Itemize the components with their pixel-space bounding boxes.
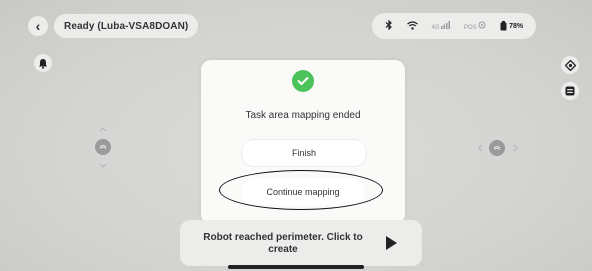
- bell-icon: [39, 58, 47, 69]
- chevron-down-icon: [99, 161, 107, 170]
- joystick-knob[interactable]: [489, 140, 505, 156]
- device-status-pill[interactable]: Ready (Luba-VSA8DOAN): [54, 14, 199, 38]
- wifi-icon: [406, 20, 418, 32]
- bluetooth-icon: [385, 19, 393, 32]
- toast-line-1: Robot reached perimeter. Click to: [203, 232, 363, 243]
- chevron-left-icon: ‹: [35, 18, 41, 34]
- cellular-signal-icon: 4G: [431, 21, 451, 31]
- battery-icon: [500, 21, 507, 31]
- locate-button[interactable]: [561, 56, 579, 74]
- finish-button-label: Finish: [291, 148, 316, 158]
- layers-icon: [565, 86, 575, 96]
- chevron-up-icon: [99, 125, 107, 134]
- toast-line-2: create: [268, 244, 298, 255]
- map-layers-button[interactable]: [561, 82, 579, 100]
- play-icon[interactable]: [386, 236, 397, 250]
- joystick-grip-icon: [99, 145, 107, 149]
- success-check-icon: [292, 70, 314, 92]
- location-target-icon: [564, 59, 576, 71]
- finish-button[interactable]: Finish: [241, 139, 367, 167]
- cellular-label: 4G: [431, 25, 440, 31]
- dialog-title: Task area mapping ended: [245, 110, 361, 121]
- pos-label: POS: [463, 25, 477, 31]
- back-button[interactable]: ‹: [28, 16, 48, 36]
- joystick-grip-icon: [493, 146, 501, 150]
- chevron-left-icon: [478, 144, 483, 154]
- home-indicator[interactable]: [228, 265, 364, 269]
- battery-indicator: 78%: [500, 21, 523, 31]
- toast-message: Robot reached perimeter. Click to create: [198, 232, 368, 256]
- app-screen: ‹ Ready (Luba-VSA8DOAN) 4G POS 78% Task …: [0, 0, 592, 271]
- notification-button[interactable]: [34, 54, 52, 72]
- joystick-knob[interactable]: [95, 139, 111, 155]
- chevron-right-icon: [513, 144, 518, 154]
- perimeter-toast[interactable]: Robot reached perimeter. Click to create: [180, 220, 422, 266]
- connection-status-bar[interactable]: 4G POS 78%: [372, 13, 536, 39]
- battery-percent: 78%: [509, 22, 524, 30]
- device-status-text: Ready (Luba-VSA8DOAN): [64, 20, 189, 32]
- annotation-ellipse: [219, 170, 383, 210]
- pos-signal-icon: POS: [464, 21, 486, 31]
